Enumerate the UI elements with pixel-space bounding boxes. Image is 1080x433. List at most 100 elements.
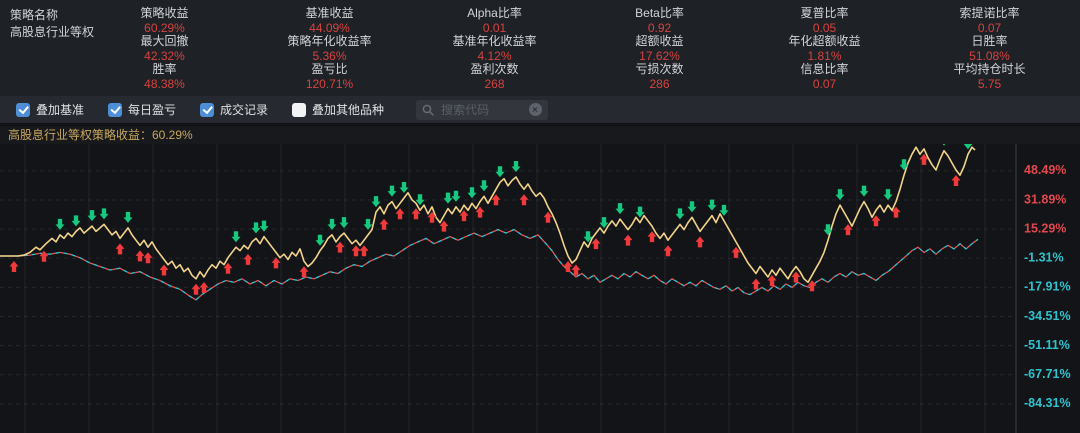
chart-canvas[interactable]: 48.49%31.89%15.29%-1.31%-17.91%-34.51%-5… — [0, 144, 1080, 433]
unchecked-checkbox-icon[interactable] — [292, 103, 306, 117]
search-input[interactable] — [439, 102, 529, 118]
stat-column: Alpha比率0.01基准年化收益率4.12%盈利次数268 — [412, 0, 577, 97]
y-axis-label: 15.29% — [1024, 221, 1066, 235]
buy-arrow-icon — [244, 254, 253, 265]
y-axis-label: -84.31% — [1024, 396, 1071, 410]
buy-arrow-icon — [952, 175, 961, 186]
sell-arrow-icon — [400, 182, 409, 193]
stat-label: 盈亏比 — [247, 63, 412, 76]
buy-arrow-icon — [360, 245, 369, 256]
stat-value: 0.01 — [412, 21, 577, 35]
stat-cell: 日胜率51.08% — [907, 35, 1072, 63]
checkbox-label: 叠加基准 — [36, 101, 84, 118]
sell-arrow-icon — [72, 215, 81, 226]
chart-title-bar: 高股息行业等权策略收益：60.29% — [0, 125, 1080, 146]
daily-pnl-checkbox[interactable]: 每日盈亏 — [108, 101, 176, 118]
sell-arrow-icon — [328, 219, 337, 230]
sell-arrow-icon — [100, 208, 109, 219]
y-axis-label: 48.49% — [1024, 163, 1066, 177]
sell-arrow-icon — [512, 161, 521, 172]
stat-label: 平均持仓时长 — [907, 63, 1072, 76]
buy-arrow-icon — [352, 245, 361, 256]
stat-value: 0.07 — [907, 21, 1072, 35]
stat-label: 策略年化收益率 — [247, 35, 412, 48]
stat-label: 策略收益 — [82, 7, 247, 20]
overlay-benchmark-checkbox[interactable]: 叠加基准 — [16, 101, 84, 118]
stat-cell: 亏损次数286 — [577, 63, 742, 91]
sell-arrow-icon — [444, 193, 453, 204]
stat-cell: 策略年化收益率5.36% — [247, 35, 412, 63]
stats-header: 策略名称 高股息行业等权 策略收益60.29%最大回撤42.32%胜率48.38… — [0, 0, 1080, 96]
chart-toolbar: 叠加基准 每日盈亏 成交记录 叠加其他品种 — [0, 96, 1080, 124]
buy-arrow-icon — [10, 261, 19, 272]
sell-arrow-icon — [480, 180, 489, 191]
sell-arrow-icon — [824, 224, 833, 235]
checkmark-icon — [19, 104, 29, 114]
stat-cell: 最大回撤42.32% — [82, 35, 247, 63]
buy-arrow-icon — [624, 235, 633, 246]
checked-checkbox-icon[interactable] — [108, 103, 122, 117]
stat-value: 48.38% — [82, 77, 247, 91]
stat-label: 基准年化收益率 — [412, 35, 577, 48]
buy-arrow-icon — [40, 251, 49, 262]
sell-arrow-icon — [860, 186, 869, 197]
stat-cell: 信息比率0.07 — [742, 63, 907, 91]
y-axis-label: -67.71% — [1024, 367, 1071, 381]
stat-value: 0.05 — [742, 21, 907, 35]
stat-column: 基准收益44.09%策略年化收益率5.36%盈亏比120.71% — [247, 0, 412, 97]
stat-column: 索提诺比率0.07日胜率51.08%平均持仓时长5.75 — [907, 0, 1072, 97]
sell-arrow-icon — [884, 189, 893, 200]
buy-arrow-icon — [336, 242, 345, 253]
stat-label: Beta比率 — [577, 7, 742, 20]
sell-arrow-icon — [372, 196, 381, 207]
buy-arrow-icon — [136, 250, 145, 261]
stat-label: Alpha比率 — [412, 7, 577, 20]
stat-column: 策略收益60.29%最大回撤42.32%胜率48.38% — [82, 0, 247, 97]
checkbox-group: 叠加基准 每日盈亏 成交记录 叠加其他品种 — [16, 101, 408, 118]
stat-column: 夏普比率0.05年化超额收益1.81%信息比率0.07 — [742, 0, 907, 97]
stat-cell: 平均持仓时长5.75 — [907, 63, 1072, 91]
stat-cell: 胜率48.38% — [82, 63, 247, 91]
stat-value: 0.07 — [742, 77, 907, 91]
stat-value: 4.12% — [412, 49, 577, 63]
stat-value: 268 — [412, 77, 577, 91]
stat-value: 0.92 — [577, 21, 742, 35]
stat-label: 索提诺比率 — [907, 7, 1072, 20]
clear-icon[interactable] — [529, 103, 542, 116]
stat-cell: Alpha比率0.01 — [412, 7, 577, 35]
checkmark-icon — [203, 104, 213, 114]
stat-label: 年化超额收益 — [742, 35, 907, 48]
checkbox-label: 每日盈亏 — [128, 101, 176, 118]
sell-arrow-icon — [836, 189, 845, 200]
stat-label: 最大回撤 — [82, 35, 247, 48]
search-box[interactable] — [416, 100, 548, 120]
stat-value: 5.36% — [247, 49, 412, 63]
stat-label: 信息比率 — [742, 63, 907, 76]
sell-arrow-icon — [260, 221, 269, 232]
y-axis-label: -17.91% — [1024, 280, 1071, 294]
stat-label: 夏普比率 — [742, 7, 907, 20]
stat-label: 胜率 — [82, 63, 247, 76]
stat-label: 超额收益 — [577, 35, 742, 48]
overlay-other-instruments-checkbox[interactable]: 叠加其他品种 — [292, 101, 384, 118]
checked-checkbox-icon[interactable] — [200, 103, 214, 117]
sell-arrow-icon — [388, 186, 397, 197]
buy-arrow-icon — [192, 284, 201, 295]
sell-arrow-icon — [468, 187, 477, 198]
sell-arrow-icon — [340, 217, 349, 228]
sell-arrow-icon — [316, 235, 325, 246]
stat-column: Beta比率0.92超额收益17.62%亏损次数286 — [577, 0, 742, 97]
stat-value: 42.32% — [82, 49, 247, 63]
stat-value: 44.09% — [247, 21, 412, 35]
stat-cell: 基准收益44.09% — [247, 7, 412, 35]
checked-checkbox-icon[interactable] — [16, 103, 30, 117]
trade-records-checkbox[interactable]: 成交记录 — [200, 101, 268, 118]
stat-value: 51.08% — [907, 49, 1072, 63]
buy-arrow-icon — [300, 266, 309, 277]
stat-cell: 盈利次数268 — [412, 63, 577, 91]
stat-value: 60.29% — [82, 21, 247, 35]
buy-arrow-icon — [160, 265, 169, 276]
stats-grid: 策略收益60.29%最大回撤42.32%胜率48.38%基准收益44.09%策略… — [82, 0, 1072, 96]
y-axis-label: 31.89% — [1024, 192, 1066, 206]
stat-cell: 夏普比率0.05 — [742, 7, 907, 35]
